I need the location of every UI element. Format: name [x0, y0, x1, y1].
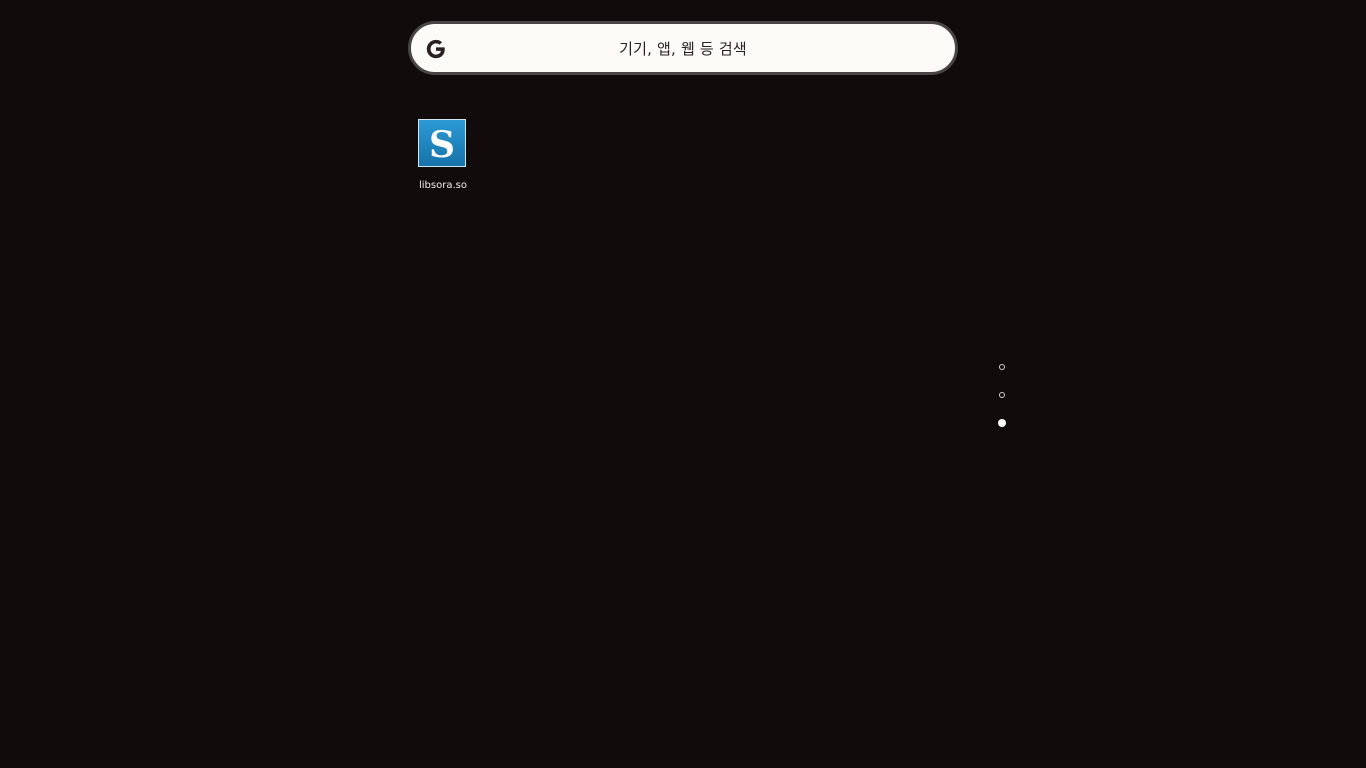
svg-text:S: S: [429, 124, 455, 166]
launcher-search-bar[interactable]: 기기, 앱, 웹 등 검색: [408, 21, 958, 75]
app-libsora[interactable]: S libsora.so: [412, 116, 474, 198]
search-placeholder: 기기, 앱, 웹 등 검색: [619, 39, 747, 58]
page-dot-2[interactable]: [999, 392, 1005, 398]
app-label: libsora.so: [419, 180, 467, 191]
page-indicator: [996, 361, 1010, 429]
google-g-icon: [426, 39, 445, 59]
page-dot-1[interactable]: [999, 364, 1005, 370]
libsora-s-icon: S: [418, 119, 466, 167]
page-dot-3-active[interactable]: [998, 419, 1006, 427]
